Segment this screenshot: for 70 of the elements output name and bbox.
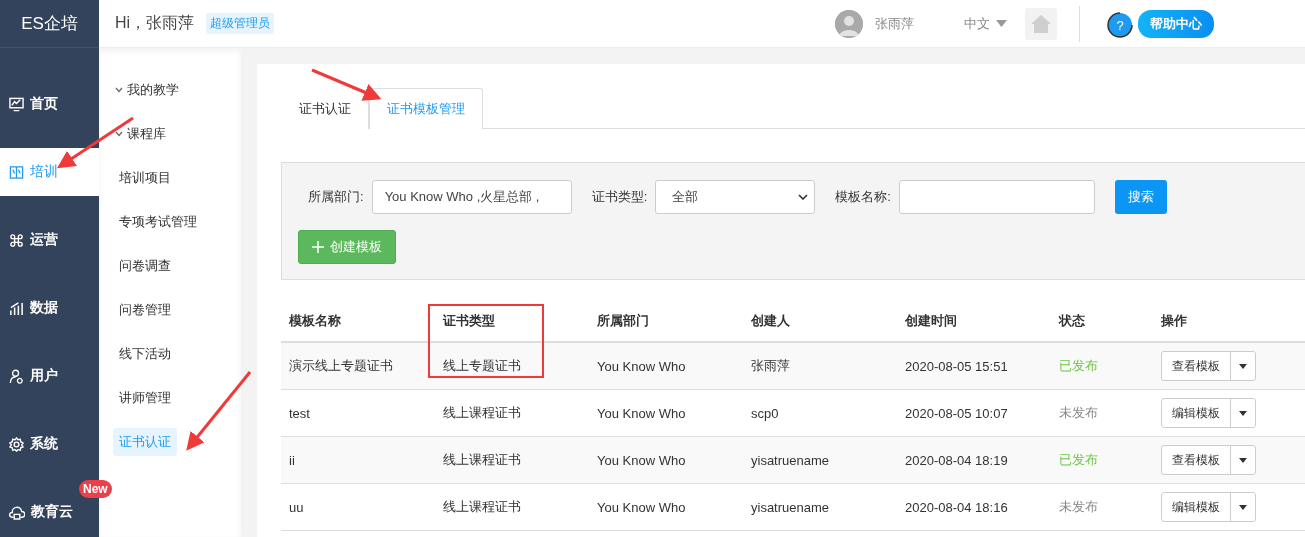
command-icon bbox=[9, 232, 24, 248]
book-icon bbox=[9, 164, 24, 180]
table-cell: You Know Who bbox=[589, 483, 743, 531]
menu-group[interactable]: 我的教学 bbox=[112, 76, 185, 104]
annotation-arrow bbox=[311, 68, 382, 101]
action-button[interactable]: 查看模板 bbox=[1162, 352, 1231, 380]
menu-item[interactable]: 专项考试管理 bbox=[113, 208, 203, 236]
status-cell: 未发布 bbox=[1051, 389, 1153, 437]
table-cell: 线上课程证书 bbox=[435, 389, 589, 437]
user-icon bbox=[9, 368, 24, 384]
caret-icon bbox=[1239, 410, 1247, 416]
table-cell: ii bbox=[281, 436, 435, 484]
bar-chart-icon bbox=[9, 300, 24, 316]
chevron-icon bbox=[798, 194, 809, 200]
status-cell: 未发布 bbox=[1051, 483, 1153, 531]
new-badge: New bbox=[79, 480, 112, 498]
table-cell: test bbox=[281, 389, 435, 437]
action-button[interactable]: 编辑模板 bbox=[1162, 399, 1231, 427]
table-cell: 线上课程证书 bbox=[435, 436, 589, 484]
menu-item[interactable]: 培训项目 bbox=[113, 164, 177, 192]
template-name-field[interactable] bbox=[898, 180, 1095, 214]
field-label: 模板名称: bbox=[835, 188, 891, 206]
menu-item[interactable]: 问卷管理 bbox=[113, 296, 177, 324]
table-cell: You Know Who bbox=[589, 436, 743, 484]
menu-item[interactable]: 讲师管理 bbox=[113, 384, 177, 412]
field-label: 证书类型: bbox=[591, 188, 648, 206]
nav-item[interactable]: 数据 bbox=[0, 284, 99, 332]
action-button[interactable]: 查看模板 bbox=[1162, 446, 1231, 474]
table-cell: You Know Who bbox=[589, 389, 743, 437]
department-field[interactable]: You Know Who ,火星总部 , bbox=[371, 180, 572, 214]
chevron-icon bbox=[115, 86, 123, 94]
status-cell: 已发布 bbox=[1051, 342, 1153, 390]
table-cell: yisatruename bbox=[743, 436, 897, 484]
table-cell: 线上专题证书 bbox=[435, 342, 589, 390]
table-cell: 2020-08-04 18:16 bbox=[897, 483, 1051, 531]
chevron-icon bbox=[115, 130, 123, 138]
status-cell: 已发布 bbox=[1051, 436, 1153, 484]
caret-icon bbox=[996, 20, 1007, 27]
type-dropdown[interactable]: 全部 bbox=[655, 180, 816, 214]
table-cell: 演示线上专题证书 bbox=[281, 342, 435, 390]
menu-item[interactable]: 问卷调查 bbox=[113, 252, 177, 280]
language-selector[interactable]: 中文 bbox=[964, 14, 1007, 33]
menu-item[interactable]: 线下活动 bbox=[113, 340, 177, 368]
menu-group[interactable]: 课程库 bbox=[112, 120, 172, 148]
monitor-icon bbox=[9, 96, 24, 112]
role-badge: 超级管理员 bbox=[206, 13, 275, 34]
table-cell: uu bbox=[281, 483, 435, 531]
nav-item[interactable]: 用户 bbox=[0, 352, 99, 400]
table-cell: 2020-08-05 10:07 bbox=[897, 389, 1051, 437]
nav-item[interactable]: 系统 bbox=[0, 420, 99, 468]
greeting: Hi，张雨萍 bbox=[115, 13, 195, 33]
nav-item[interactable]: 运营 bbox=[0, 216, 99, 264]
field-label: 所属部门: bbox=[308, 188, 364, 206]
table-cell: 2020-08-04 18:19 bbox=[897, 436, 1051, 484]
action-button[interactable]: 编辑模板 bbox=[1162, 493, 1231, 521]
caret-icon bbox=[1239, 504, 1247, 510]
user-name[interactable]: 张雨萍 bbox=[875, 14, 914, 33]
table-cell: yisatruename bbox=[743, 483, 897, 531]
cloud-icon bbox=[9, 504, 25, 520]
table-cell: 线上课程证书 bbox=[435, 483, 589, 531]
table-cell: scp0 bbox=[743, 389, 897, 437]
nav-item[interactable]: 首页 bbox=[0, 80, 99, 128]
caret-icon bbox=[1239, 363, 1247, 369]
house-icon bbox=[1031, 14, 1051, 33]
table-cell: 2020-08-05 15:51 bbox=[897, 342, 1051, 390]
settings-icon bbox=[9, 436, 24, 452]
table-cell: You Know Who bbox=[589, 342, 743, 390]
caret-icon bbox=[1239, 457, 1247, 463]
table-cell: 张雨萍 bbox=[743, 342, 897, 390]
plus-icon bbox=[312, 241, 324, 253]
